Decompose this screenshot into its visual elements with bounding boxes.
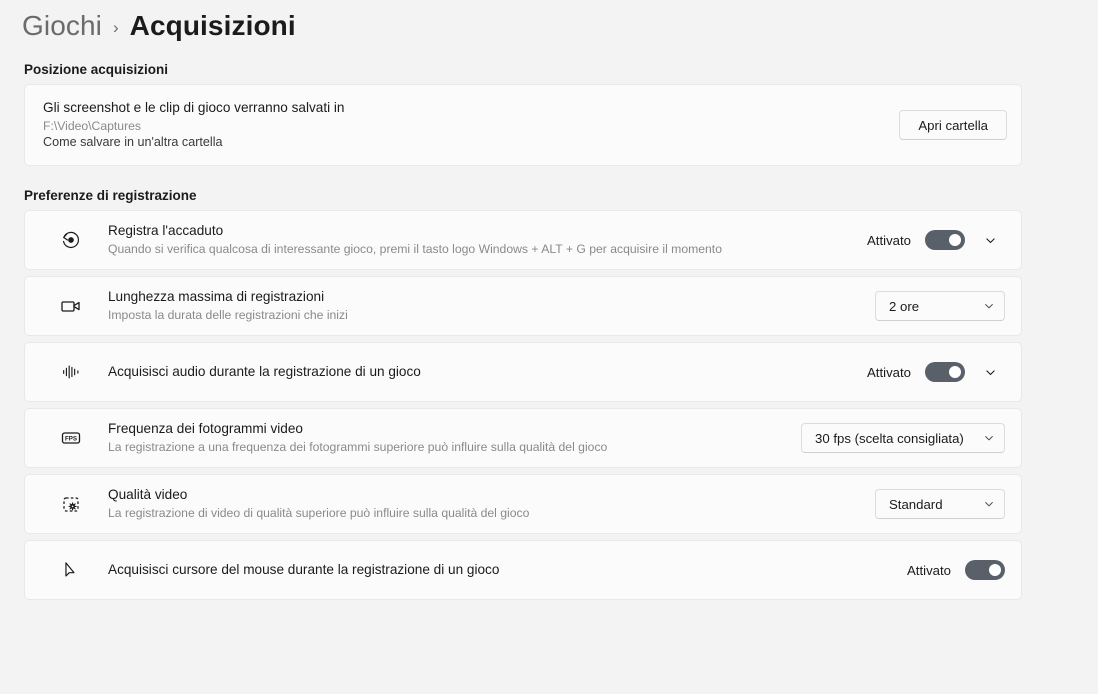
max-recording-length-dropdown[interactable]: 2 ore [875,291,1005,321]
capture-location-text: Gli screenshot e le clip di gioco verran… [43,99,899,151]
setting-row-record-that-happened[interactable]: Registra l'accaduto Quando si verifica q… [24,210,1022,270]
settings-page: Giochi › Acquisizioni Posizione acquisiz… [0,0,1098,694]
setting-description: La registrazione di video di qualità sup… [108,506,530,520]
setting-control-group: 2 ore [875,291,1005,321]
mouse-cursor-icon [51,559,91,581]
capture-location-card: Gli screenshot e le clip di gioco verran… [24,84,1022,166]
setting-title: Frequenza dei fotogrammi video [108,421,303,436]
fps-badge-icon: FPS [51,426,91,450]
setting-description: Imposta la durata delle registrazioni ch… [108,308,348,322]
setting-row-video-quality[interactable]: Qualità video La registrazione di video … [24,474,1022,534]
toggle-state-label: Attivato [907,562,951,578]
breadcrumb-root-link[interactable]: Giochi [22,10,102,42]
setting-row-capture-audio[interactable]: Acquisisci audio durante la registrazion… [24,342,1022,402]
capture-location-title: Gli screenshot e le clip di gioco verran… [43,100,345,115]
setting-title: Qualità video [108,487,188,502]
chevron-down-icon [983,300,995,312]
setting-title: Lunghezza massima di registrazioni [108,289,325,304]
dropdown-value: 2 ore [889,298,920,314]
section-label-location: Posizione acquisizioni [24,62,169,77]
setting-description: La registrazione a una frequenza dei fot… [108,440,608,454]
setting-text: Acquisisci cursore del mouse durante la … [91,561,907,579]
dropdown-value: 30 fps (scelta consigliata) [815,430,964,446]
section-label-recording: Preferenze di registrazione [24,188,197,203]
chevron-down-icon [983,432,995,444]
setting-control-group: 30 fps (scelta consigliata) [801,423,1005,453]
toggle-knob [949,366,961,378]
capture-location-path: F:\Video\Captures [43,119,142,133]
setting-text: Registra l'accaduto Quando si verifica q… [91,222,867,258]
open-folder-button[interactable]: Apri cartella [899,110,1007,140]
setting-control-group: Attivato [867,225,1005,255]
setting-control-group: Attivato [867,357,1005,387]
toggle-state-label: Attivato [867,364,911,380]
video-frame-rate-dropdown[interactable]: 30 fps (scelta consigliata) [801,423,1005,453]
setting-title: Acquisisci cursore del mouse durante la … [108,562,500,577]
setting-title: Registra l'accaduto [108,223,224,238]
expand-chevron-down-icon[interactable] [975,225,1005,255]
expand-chevron-down-icon[interactable] [975,357,1005,387]
setting-text: Qualità video La registrazione di video … [91,486,875,522]
setting-text: Acquisisci audio durante la registrazion… [91,363,867,381]
setting-title: Acquisisci audio durante la registrazion… [108,364,421,379]
toggle-knob [989,564,1001,576]
chevron-down-icon [983,498,995,510]
page-title: Acquisizioni [129,10,296,41]
capture-audio-toggle[interactable] [925,362,965,382]
record-history-toggle[interactable] [925,230,965,250]
toggle-state-label: Attivato [867,232,911,248]
dropdown-value: Standard [889,496,943,512]
audio-waveform-icon [51,361,91,383]
setting-row-capture-mouse-cursor[interactable]: Acquisisci cursore del mouse durante la … [24,540,1022,600]
capture-mouse-cursor-toggle[interactable] [965,560,1005,580]
setting-row-max-recording-length[interactable]: Lunghezza massima di registrazioni Impos… [24,276,1022,336]
video-camera-icon [51,294,91,318]
video-quality-icon [51,492,91,516]
breadcrumb: Giochi › Acquisizioni [0,0,1098,46]
toggle-knob [949,234,961,246]
setting-control-group: Attivato [907,560,1005,580]
setting-text: Lunghezza massima di registrazioni Impos… [91,288,875,324]
setting-description: Quando si verifica qualcosa di interessa… [108,242,722,256]
breadcrumb-chevron-icon: › [112,18,119,37]
svg-text:FPS: FPS [65,435,77,442]
video-quality-dropdown[interactable]: Standard [875,489,1005,519]
setting-row-video-frame-rate[interactable]: FPS Frequenza dei fotogrammi video La re… [24,408,1022,468]
setting-text: Frequenza dei fotogrammi video La regist… [91,420,801,456]
change-folder-link[interactable]: Come salvare in un'altra cartella [43,134,899,151]
setting-control-group: Standard [875,489,1005,519]
record-history-icon [51,229,91,251]
